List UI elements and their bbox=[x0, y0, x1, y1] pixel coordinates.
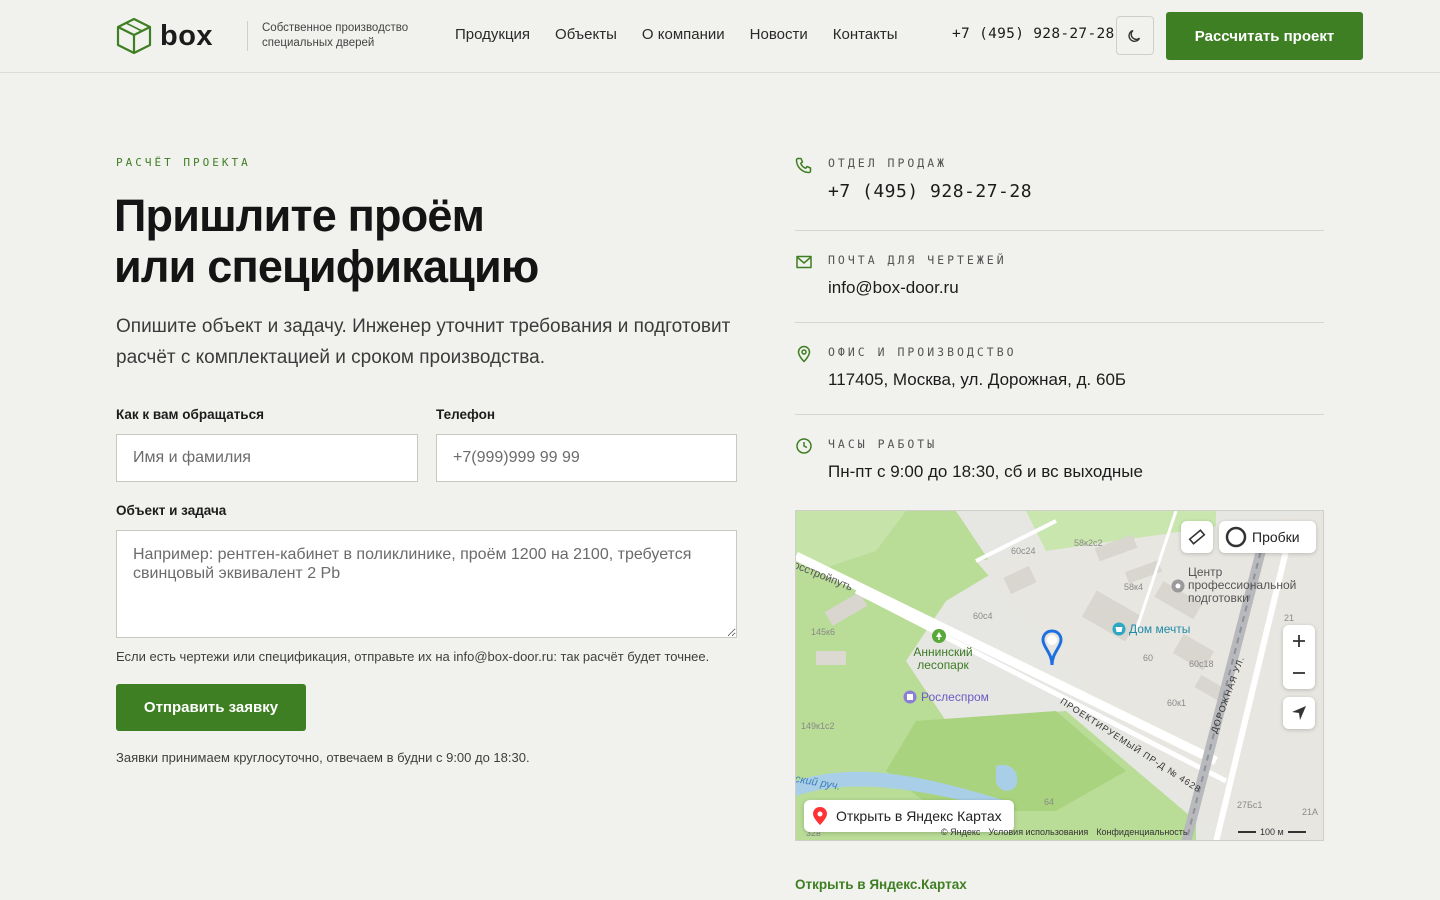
map-house-number: 58к4 bbox=[1124, 582, 1143, 592]
ruler-button[interactable] bbox=[1181, 521, 1213, 553]
zoom-in-icon bbox=[1293, 635, 1305, 647]
yandex-pin-icon bbox=[813, 807, 827, 825]
mail-contact: ПОЧТА ДЛЯ ЧЕРТЕЖЕЙ info@box-door.ru bbox=[795, 253, 1324, 303]
office-label: ОФИС И ПРОИЗВОДСТВО bbox=[828, 345, 1017, 359]
phone-label: Телефон bbox=[436, 407, 496, 422]
map-house-number: 60 bbox=[1143, 653, 1154, 663]
office-address: 117405, Москва, ул. Дорожная, д. 60Б bbox=[828, 370, 1127, 389]
title-line-1: Пришлите проём bbox=[114, 190, 485, 241]
map-scale: 100 м bbox=[1238, 827, 1306, 837]
map-place-dream[interactable]: Дом мечты bbox=[1129, 622, 1190, 636]
zoom-in-button[interactable] bbox=[1292, 625, 1306, 657]
ruler-icon bbox=[1188, 529, 1206, 545]
map-place-center[interactable]: Центр профессиональной подготовки bbox=[1188, 566, 1308, 605]
office-contact: ОФИС И ПРОИЗВОДСТВО 117405, Москва, ул. … bbox=[795, 345, 1324, 395]
name-input[interactable] bbox=[116, 434, 418, 482]
scale-bar bbox=[1287, 831, 1306, 833]
task-label: Объект и задача bbox=[116, 503, 227, 518]
divider bbox=[795, 230, 1324, 231]
locate-button[interactable] bbox=[1283, 697, 1315, 729]
yandex-map[interactable]: 60с24 58к2с2 58к4 60с4 145к6 60 60с18 60… bbox=[795, 510, 1324, 841]
map-privacy-link[interactable]: Конфиденциальность bbox=[1096, 827, 1187, 837]
nav-products[interactable]: Продукция bbox=[455, 26, 530, 43]
calculate-project-button[interactable]: Рассчитать проект bbox=[1166, 12, 1363, 60]
nav-contacts[interactable]: Контакты bbox=[833, 26, 898, 43]
map-place-rosles[interactable]: Рослеспром bbox=[921, 690, 989, 704]
logo-divider bbox=[247, 21, 248, 51]
nav-objects[interactable]: Объекты bbox=[555, 26, 617, 43]
moon-icon bbox=[1128, 29, 1141, 42]
traffic-button[interactable]: Пробки bbox=[1219, 521, 1316, 553]
response-note: Заявки принимаем круглосуточно, отвечаем… bbox=[116, 750, 530, 765]
lead-text: Опишите объект и задачу. Инженер уточнит… bbox=[116, 316, 731, 368]
map-house-number: 60с24 bbox=[1011, 546, 1036, 556]
mail-label: ПОЧТА ДЛЯ ЧЕРТЕЖЕЙ bbox=[828, 253, 1007, 267]
locate-icon bbox=[1292, 706, 1306, 720]
mail-address[interactable]: info@box-door.ru bbox=[828, 278, 959, 298]
map-place-park[interactable]: Аннинский лесопарк bbox=[904, 646, 982, 672]
zoom-out-icon bbox=[1293, 672, 1305, 674]
clock-icon bbox=[796, 438, 812, 454]
sales-phone[interactable]: +7 (495) 928-27-28 bbox=[828, 181, 1032, 202]
map-house-number: 60к1 bbox=[1167, 698, 1186, 708]
map-house-number: 64 bbox=[1044, 797, 1055, 807]
scale-value: 100 м bbox=[1260, 827, 1284, 837]
map-house-number: 21А bbox=[1302, 807, 1319, 817]
title-line-2: или спецификацию bbox=[114, 241, 539, 292]
logo[interactable]: box bbox=[116, 17, 213, 55]
park-poi-icon bbox=[932, 629, 946, 643]
page-title: Пришлите проём или спецификацию bbox=[114, 190, 734, 292]
site-header: box Собственное производство специальных… bbox=[0, 0, 1440, 73]
scale-bar bbox=[1238, 831, 1256, 833]
sales-label: ОТДЕЛ ПРОДАЖ bbox=[828, 156, 948, 170]
drawings-hint: Если есть чертежи или спецификация, отпр… bbox=[116, 649, 710, 664]
map-house-number: 60с18 bbox=[1189, 659, 1214, 669]
traffic-label: Пробки bbox=[1252, 529, 1300, 545]
shop-poi-icon bbox=[1112, 622, 1126, 636]
map-terms-link[interactable]: Условия использования bbox=[988, 827, 1088, 837]
open-yandex-maps-link[interactable]: Открыть в Яндекс.Картах bbox=[795, 877, 967, 892]
zoom-control bbox=[1283, 625, 1315, 689]
map-footer: © Яндекс Условия использования Конфиденц… bbox=[941, 827, 1188, 837]
main-nav: Продукция Объекты О компании Новости Кон… bbox=[455, 26, 923, 43]
map-marker-icon[interactable] bbox=[1041, 629, 1063, 667]
zoom-out-button[interactable] bbox=[1292, 657, 1306, 689]
open-map-label: Открыть в Яндекс Картах bbox=[836, 808, 1002, 824]
nav-about[interactable]: О компании bbox=[642, 26, 725, 43]
map-house-number: 145к6 bbox=[811, 627, 835, 637]
name-label: Как к вам обращаться bbox=[116, 407, 264, 422]
section-eyebrow: РАСЧЁТ ПРОЕКТА bbox=[116, 156, 251, 169]
tagline: Собственное производство специальных две… bbox=[262, 22, 409, 49]
working-hours: Пн-пт с 9:00 до 18:30, сб и вс выходные bbox=[828, 462, 1143, 481]
map-house-number: 58к2с2 bbox=[1074, 538, 1103, 548]
map-house-number: 21 bbox=[1284, 613, 1295, 623]
nav-news[interactable]: Новости bbox=[750, 26, 808, 43]
location-pin-icon bbox=[797, 345, 811, 363]
hours-label: ЧАСЫ РАБОТЫ bbox=[828, 437, 938, 451]
office-poi-icon bbox=[903, 690, 917, 704]
traffic-icon bbox=[1225, 526, 1247, 548]
map-house-number: 60с4 bbox=[973, 611, 993, 621]
sales-contact: ОТДЕЛ ПРОДАЖ +7 (495) 928-27-28 bbox=[795, 156, 1324, 216]
logo-text: box bbox=[160, 19, 214, 52]
map-house-number: 149к1с2 bbox=[801, 721, 835, 731]
map-background bbox=[796, 511, 1323, 840]
hours-contact: ЧАСЫ РАБОТЫ Пн-пт с 9:00 до 18:30, сб и … bbox=[795, 437, 1324, 487]
phone-input[interactable] bbox=[436, 434, 737, 482]
divider bbox=[795, 414, 1324, 415]
cube-logo-icon bbox=[116, 17, 152, 55]
divider bbox=[795, 322, 1324, 323]
education-poi-icon bbox=[1171, 579, 1185, 593]
header-phone[interactable]: +7 (495) 928-27-28 bbox=[952, 26, 1115, 42]
mail-icon bbox=[796, 255, 812, 269]
submit-request-button[interactable]: Отправить заявку bbox=[116, 684, 306, 731]
task-textarea[interactable] bbox=[116, 530, 737, 638]
map-house-number: 27Бс1 bbox=[1237, 800, 1263, 810]
theme-toggle-button[interactable] bbox=[1116, 16, 1154, 55]
map-copyright: © Яндекс bbox=[941, 827, 981, 837]
phone-icon bbox=[795, 157, 812, 174]
